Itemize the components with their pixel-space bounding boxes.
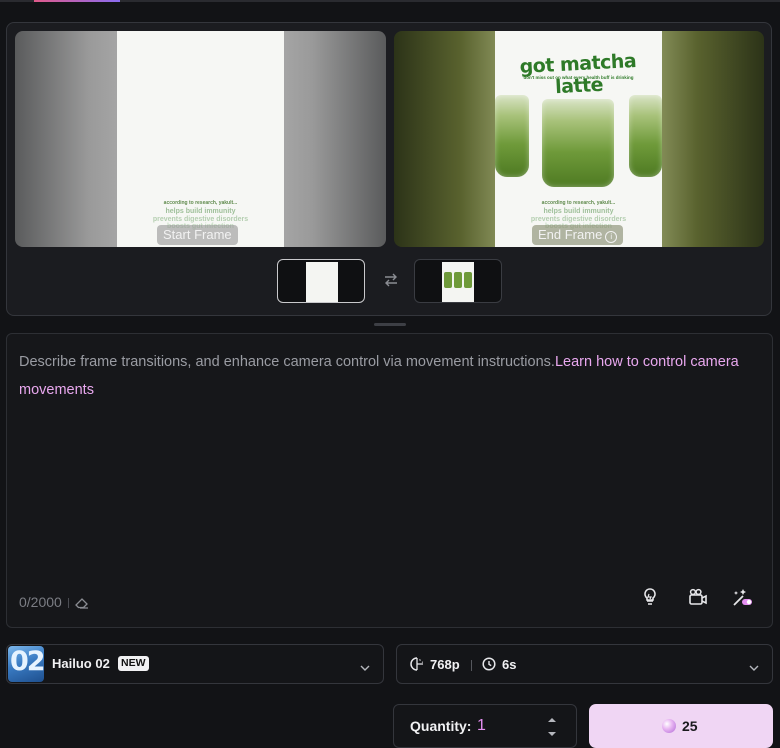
stepper-arrows-icon[interactable] (545, 714, 559, 740)
chevron-down-icon (360, 660, 370, 671)
image-caption-line: helps build immunity (543, 208, 614, 215)
chevron-down-icon (749, 660, 759, 671)
duration-value: 6s (502, 657, 517, 672)
eraser-icon[interactable] (74, 596, 89, 612)
start-frame-image: according to research, yakult... helps b… (117, 31, 284, 247)
start-frame-card[interactable]: according to research, yakult... helps b… (15, 31, 386, 247)
model-logo: 02 (8, 646, 44, 682)
quantity-label: Quantity: (410, 718, 472, 734)
matcha-glass (495, 95, 529, 177)
divider (471, 660, 472, 671)
resize-handle[interactable] (374, 323, 406, 326)
credit-cost: 25 (682, 718, 698, 734)
clock-icon (482, 657, 496, 671)
image-caption-line: according to research, yakult... (163, 200, 238, 206)
thumbnail-image (442, 262, 474, 302)
frames-panel: according to research, yakult... helps b… (6, 22, 772, 316)
prompt-placeholder: Describe frame transitions, and enhance … (19, 348, 739, 404)
aspect-icon (410, 657, 424, 671)
thumbnail-glass (464, 272, 472, 288)
resolution-value: 768p (430, 657, 460, 672)
info-icon[interactable]: i (605, 231, 618, 243)
end-frame-label-text: End Frame (538, 227, 603, 242)
generate-button[interactable]: 25 (589, 704, 773, 748)
image-subtitle: don't miss out on what every health buff… (523, 75, 634, 80)
char-count: 0/2000 (19, 594, 62, 610)
end-frame-image: got matcha latte don't miss out on what … (495, 31, 662, 247)
video-settings-select[interactable]: 768p 6s (396, 644, 773, 684)
thumbnail-glass (454, 272, 462, 288)
divider (67, 598, 69, 608)
prompt-input[interactable]: Describe frame transitions, and enhance … (6, 333, 773, 628)
top-progress-bar (0, 0, 780, 2)
thumbnail-image (306, 262, 338, 302)
lightbulb-icon[interactable] (639, 586, 661, 608)
matcha-glass (629, 95, 662, 177)
image-caption-line: according to research, yakult... (541, 200, 616, 206)
quantity-value: 1 (477, 717, 486, 734)
magic-wand-icon[interactable] (731, 586, 753, 608)
camera-movement-icon[interactable] (687, 586, 709, 608)
end-frame-label: End Frame i (532, 225, 624, 245)
model-name: Hailuo 02 (52, 656, 110, 671)
quantity-stepper[interactable]: Quantity: 1 (393, 704, 577, 748)
image-caption-line: helps build immunity (165, 208, 236, 215)
model-logo-text: 02 (10, 646, 44, 677)
matcha-glass (542, 99, 614, 187)
end-frame-thumbnail[interactable] (414, 259, 502, 303)
start-frame-thumbnail[interactable] (277, 259, 365, 303)
thumbnail-glass (444, 272, 452, 288)
model-select[interactable]: 02 Hailuo 02 NEW (6, 644, 384, 684)
end-frame-card[interactable]: got matcha latte don't miss out on what … (394, 31, 764, 247)
prompt-placeholder-text: Describe frame transitions, and enhance … (19, 354, 555, 370)
char-counter: 0/2000 (19, 594, 89, 612)
start-frame-label: Start Frame (157, 225, 238, 245)
active-tab-indicator (34, 0, 120, 2)
new-badge: NEW (118, 656, 149, 671)
swap-arrows-icon[interactable] (383, 272, 399, 288)
credit-gem-icon (662, 719, 676, 733)
